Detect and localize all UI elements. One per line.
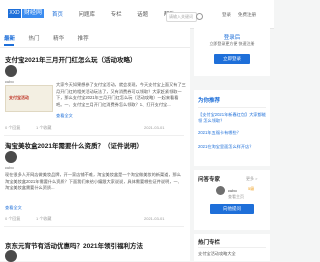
thumbnail-caption: 支付宝活动 — [9, 95, 29, 100]
login-panel: 登录后 立即登录更方便 快速注册 立即登录 — [194, 28, 270, 76]
nav-topics[interactable]: 话题 — [137, 12, 148, 18]
like-count[interactable]: 0 个回复 — [5, 125, 20, 131]
avatar[interactable] — [5, 250, 17, 262]
search-icon[interactable] — [196, 13, 203, 20]
avatar[interactable] — [5, 151, 17, 163]
expert-panel-title: 问答专家 — [198, 177, 221, 183]
tab-recommended[interactable]: 推荐 — [78, 36, 89, 42]
active-tab-indicator — [4, 44, 14, 46]
divider — [198, 107, 266, 108]
feed-tabs: 最新 热门 精华 推荐 — [4, 34, 101, 42]
post-divider — [4, 135, 184, 136]
search-input[interactable]: 请输入关键词 — [166, 12, 197, 22]
post-divider — [4, 226, 184, 227]
expert-name[interactable]: cubo — [228, 188, 237, 193]
site-logo[interactable]: XXD 财经网 — [8, 9, 44, 18]
post-date: 2021-03-01 — [144, 216, 165, 221]
logo-text: 财经网 — [22, 9, 44, 18]
login-link[interactable]: 登录 — [222, 12, 231, 18]
hot-columns-title: 热门专栏 — [198, 240, 221, 246]
login-panel-title: 登录后 — [223, 35, 241, 41]
hot-column-item[interactable]: 支付宝活动攻略大全 — [198, 251, 266, 257]
expert-rank-badge: 5级 — [248, 186, 255, 191]
recommend-item[interactable]: 【支付宝2021年新春红包】大家都能领 怎么领取？ — [198, 112, 266, 124]
post-title[interactable]: 淘宝美妆盒2021年需要什么资质？（证件说明） — [5, 140, 143, 150]
expert-avatar[interactable] — [216, 186, 225, 195]
read-more-link[interactable]: 查看全文 — [5, 205, 22, 211]
recommend-item[interactable]: 2021年五福卡有哪些？ — [198, 130, 266, 136]
expert-panel: 问答专家 更多 > cubo 5级 查看主页 向他提问 — [194, 170, 270, 230]
post-date: 2021-03-01 — [144, 125, 165, 130]
recommend-item[interactable]: 2021在淘宝里面怎么样开店？ — [198, 144, 266, 150]
tab-hot[interactable]: 热门 — [29, 36, 40, 42]
divider — [198, 247, 266, 248]
ask-expert-button[interactable]: 向他提问 — [210, 204, 254, 214]
recommend-panel: 为你推荐 【支付宝2021年新春红包】大家都能领 怎么领取？ 2021年五福卡有… — [194, 90, 270, 166]
post-excerpt: 现在很多人开网店做美妆品牌，开一家店铺不难，淘宝美妆盒是一个淘宝做美妆的新渠道，… — [5, 172, 182, 191]
avatar[interactable] — [5, 65, 17, 77]
tab-latest[interactable]: 最新 — [4, 36, 15, 42]
post-author[interactable]: cubo — [5, 79, 14, 84]
favorite-count[interactable]: 1 个收藏 — [36, 216, 51, 222]
post-author[interactable]: cubo — [5, 165, 14, 170]
read-more-link[interactable]: 查看全文 — [56, 113, 73, 119]
expert-profile-link[interactable]: 查看主页 — [228, 194, 244, 200]
post-title[interactable]: 京东元宵节有活动优惠吗？2021年领引福利方法 — [5, 240, 143, 250]
logo-mark: XXD — [8, 9, 21, 18]
hot-columns-panel: 热门专栏 支付宝活动攻略大全 — [194, 234, 270, 261]
nav-questions[interactable]: 问题库 — [79, 12, 96, 18]
recommend-title: 为你推荐 — [198, 98, 221, 104]
favorite-count[interactable]: 1 个收藏 — [36, 125, 51, 131]
nav-home[interactable]: 首页 — [52, 12, 63, 18]
top-navigation-bar: XXD 财经网 首页 问题库 专栏 话题 帮助 请输入关键词 登录 免费注册 — [0, 0, 274, 29]
divider — [0, 47, 190, 48]
login-panel-desc: 立即登录更方便 快速注册 — [209, 41, 255, 46]
content-main: 最新 热门 精华 推荐 支付宝2021年三月开门红怎么玩（活动攻略） cubo … — [0, 28, 190, 262]
post-excerpt: 大家今天如果想参了支付宝活动，就会发现，今天支付宝上面又有了三月开门红的相关活动… — [56, 82, 186, 107]
post-thumbnail[interactable]: 支付宝活动 — [5, 85, 53, 112]
register-link[interactable]: 免费注册 — [238, 12, 256, 18]
like-count[interactable]: 0 个回复 — [5, 216, 20, 222]
tab-featured[interactable]: 精华 — [53, 36, 64, 42]
nav-columns[interactable]: 专栏 — [111, 12, 122, 18]
login-button[interactable]: 立即登录 — [214, 54, 250, 64]
post-title[interactable]: 支付宝2021年三月开门红怎么玩（活动攻略） — [5, 54, 136, 64]
more-link[interactable]: 更多 > — [246, 176, 257, 182]
